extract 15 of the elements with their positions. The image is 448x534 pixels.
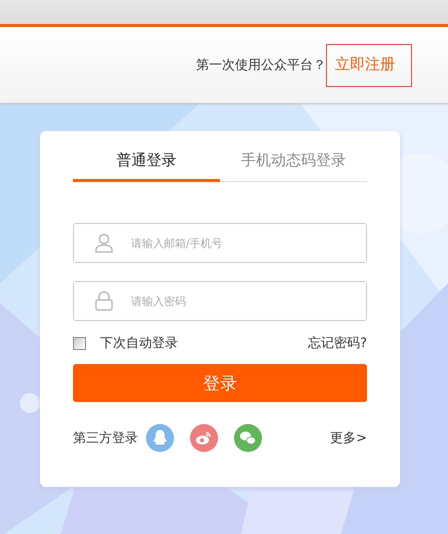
remember-checkbox[interactable]: [73, 336, 86, 350]
more-link[interactable]: 更多>: [330, 429, 367, 447]
chat-bubbles-icon[interactable]: [234, 424, 262, 452]
penguin-icon[interactable]: [146, 424, 174, 452]
weibo-icon[interactable]: [190, 424, 218, 452]
third-party-label: 第三方登录: [73, 430, 138, 447]
password-field[interactable]: 请输入密码: [73, 281, 367, 321]
register-prompt: 第一次使用公众平台？: [196, 57, 326, 74]
forgot-password-link[interactable]: 忘记密码?: [308, 334, 367, 352]
remember-label: 下次自动登录: [100, 335, 179, 352]
person-icon: [94, 233, 114, 253]
lock-icon: [94, 291, 114, 311]
login-tab[interactable]: 普通登录: [73, 145, 220, 182]
account-field[interactable]: 请输入邮箱/手机号: [73, 223, 367, 263]
login-tab[interactable]: 手机动态码登录: [220, 145, 367, 182]
